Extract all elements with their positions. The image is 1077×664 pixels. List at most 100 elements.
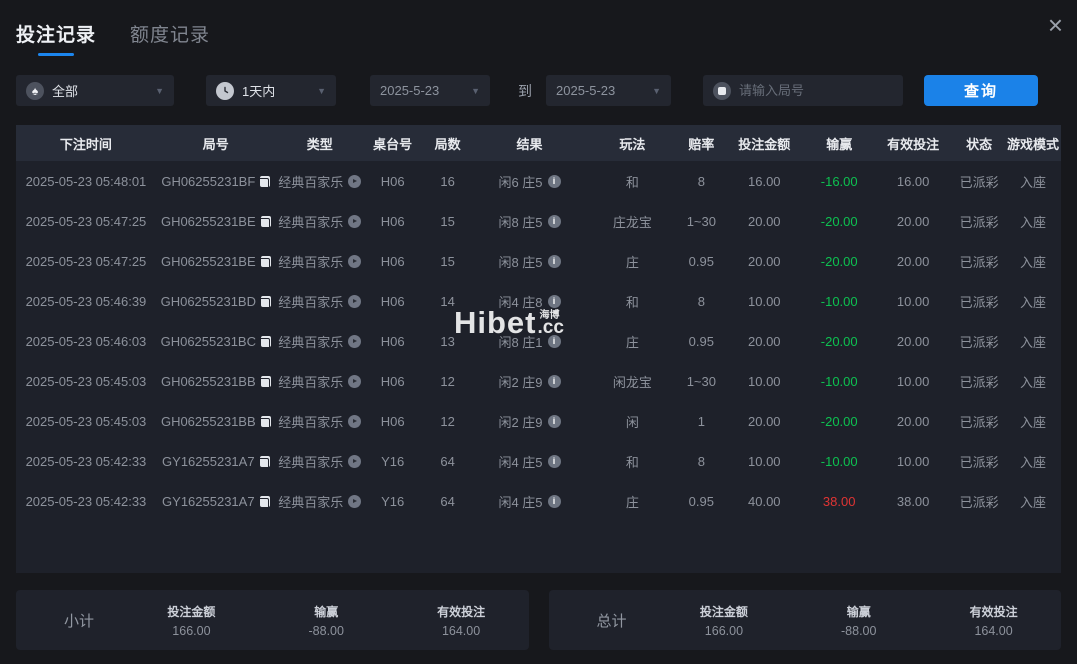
table-row: 2025-05-23 05:42:33 GY16255231A7 经典百家乐 Y16 6… — [16, 441, 1061, 481]
column-header: 结果 — [516, 136, 543, 152]
video-icon[interactable] — [348, 494, 362, 508]
cell-type: 经典百家乐 — [276, 372, 364, 391]
cell-mode: 入座 — [1020, 334, 1047, 350]
copy-icon[interactable] — [257, 455, 270, 469]
info-icon[interactable]: i — [547, 174, 561, 188]
info-icon[interactable]: i — [547, 214, 561, 228]
cell-time: 2025-05-23 05:46:03 — [25, 333, 147, 349]
info-icon[interactable]: i — [547, 294, 561, 308]
cell-valid: 10.00 — [896, 293, 930, 309]
cell-win: 38.00 — [822, 493, 856, 509]
cell-round: 15 — [440, 253, 455, 269]
info-icon[interactable]: i — [547, 334, 561, 348]
cell-result: 闲4 庄5 i — [474, 492, 586, 511]
game-type-select[interactable]: ♠ 全部 ▼ — [16, 75, 174, 106]
cell-time: 2025-05-23 05:47:25 — [25, 213, 147, 229]
cell-game-id: GH06255231BB — [156, 374, 276, 389]
round-search-input[interactable] — [739, 83, 869, 98]
cell-bet: 10.00 — [748, 293, 781, 309]
round-search-box — [703, 75, 903, 106]
cell-round: 15 — [440, 213, 455, 229]
table-row: 2025-05-23 05:45:03 GH06255231BB 经典百家乐 H06 1… — [16, 401, 1061, 441]
cell-result: 闲8 庄5 i — [474, 212, 586, 231]
video-icon[interactable] — [348, 174, 362, 188]
cell-odds: 8 — [697, 173, 705, 189]
cell-result: 闲8 庄1 i — [474, 332, 586, 351]
cell-type: 经典百家乐 — [276, 212, 364, 231]
close-icon[interactable]: × — [1048, 12, 1063, 38]
cell-mode: 入座 — [1020, 294, 1047, 310]
video-icon[interactable] — [348, 374, 362, 388]
cell-odds: 0.95 — [688, 493, 714, 509]
cell-game-id: GH06255231BE — [156, 214, 276, 229]
cell-game-id: GH06255231BB — [156, 414, 276, 429]
cell-mode: 入座 — [1020, 414, 1047, 430]
cell-bet: 20.00 — [748, 413, 781, 429]
info-icon[interactable]: i — [547, 414, 561, 428]
cell-win: -20.00 — [820, 253, 858, 269]
column-header: 桌台号 — [373, 136, 413, 152]
video-icon[interactable] — [348, 414, 362, 428]
info-icon[interactable]: i — [547, 494, 561, 508]
subtotal-card: 小计 投注金额 166.00 输赢 -88.00 有效投注 164.00 — [16, 590, 529, 650]
copy-icon[interactable] — [258, 375, 271, 389]
cell-odds: 1~30 — [686, 373, 716, 389]
video-icon[interactable] — [348, 294, 362, 308]
total-card: 总计 投注金额 166.00 输赢 -88.00 有效投注 164.00 — [548, 590, 1061, 650]
cell-type: 经典百家乐 — [276, 252, 364, 271]
query-button[interactable]: 查询 — [924, 75, 1038, 106]
total-win-loss: 输赢 -88.00 — [841, 604, 877, 638]
copy-icon[interactable] — [259, 295, 271, 309]
tab-betting-records[interactable]: 投注记录 — [16, 20, 96, 56]
video-icon[interactable] — [348, 254, 362, 268]
video-icon[interactable] — [348, 454, 362, 468]
cell-play: 庄龙宝 — [612, 214, 652, 230]
copy-icon[interactable] — [259, 335, 271, 349]
cell-result: 闲2 庄9 i — [474, 412, 586, 431]
info-icon[interactable]: i — [547, 374, 561, 388]
video-icon[interactable] — [348, 334, 362, 348]
cell-valid: 20.00 — [896, 333, 930, 349]
copy-icon[interactable] — [257, 495, 270, 509]
cell-game-id: GY16255231A7 — [156, 494, 276, 509]
copy-icon[interactable] — [258, 215, 271, 229]
cell-status: 已派彩 — [959, 174, 999, 190]
cell-round: 13 — [440, 333, 455, 349]
date-to-picker[interactable]: 2025-5-23 ▼ — [546, 75, 671, 106]
summary-bar: 小计 投注金额 166.00 输赢 -88.00 有效投注 164.00 总计 … — [16, 590, 1061, 650]
cell-table-no: H06 — [380, 413, 405, 429]
cell-win: -20.00 — [820, 413, 858, 429]
cell-round: 14 — [440, 293, 455, 309]
cell-result: 闲4 庄5 i — [474, 452, 586, 471]
cell-table-no: H06 — [380, 373, 405, 389]
copy-icon[interactable] — [258, 415, 271, 429]
column-header: 玩法 — [619, 136, 646, 152]
cell-play: 庄 — [625, 494, 639, 510]
cell-bet: 40.00 — [748, 493, 781, 509]
chevron-down-icon: ▼ — [317, 85, 326, 96]
tab-quota-records[interactable]: 额度记录 — [130, 20, 210, 47]
cell-odds: 1 — [697, 413, 705, 429]
cell-type: 经典百家乐 — [276, 492, 364, 511]
column-header: 有效投注 — [887, 136, 940, 152]
copy-icon[interactable] — [258, 175, 271, 189]
cell-time: 2025-05-23 05:42:33 — [25, 493, 147, 509]
copy-icon[interactable] — [258, 255, 271, 269]
info-icon[interactable]: i — [547, 254, 561, 268]
time-range-select[interactable]: 1天内 ▼ — [206, 75, 336, 106]
cell-status: 已派彩 — [959, 294, 999, 310]
column-header: 状态 — [966, 136, 993, 152]
subtotal-label: 小计 — [64, 612, 95, 630]
cell-time: 2025-05-23 05:42:33 — [25, 453, 147, 469]
chevron-down-icon: ▼ — [155, 85, 164, 96]
date-from-picker[interactable]: 2025-5-23 ▼ — [370, 75, 490, 106]
column-header: 下注时间 — [59, 136, 112, 152]
clock-icon — [216, 81, 234, 100]
info-icon[interactable]: i — [547, 454, 561, 468]
cell-type: 经典百家乐 — [276, 452, 364, 471]
video-icon[interactable] — [348, 214, 362, 228]
cell-valid: 38.00 — [896, 493, 930, 509]
cell-table-no: H06 — [380, 173, 405, 189]
tab-bar: 投注记录 额度记录 — [16, 20, 1063, 56]
cell-result: 闲2 庄9 i — [474, 372, 586, 391]
